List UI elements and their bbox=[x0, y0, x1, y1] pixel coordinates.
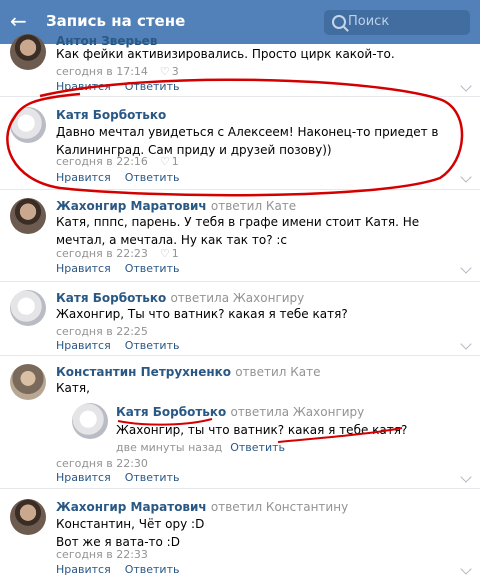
reply-button[interactable]: Ответить bbox=[125, 262, 180, 275]
comment-author[interactable]: Катя Борботько bbox=[56, 108, 166, 122]
comment-item: Катя Борботько Давно мечтал увидеться с … bbox=[0, 97, 480, 190]
comment-author[interactable]: Жахонгир Маратович ответил Константину bbox=[56, 500, 348, 514]
heart-icon[interactable]: ♡ bbox=[160, 65, 170, 78]
comment-meta: сегодня в 17:14 ♡ 3 bbox=[56, 65, 179, 78]
comment-author[interactable]: Жахонгир Маратович ответил Кате bbox=[56, 199, 296, 213]
chevron-down-icon[interactable] bbox=[460, 171, 472, 183]
comment-item: Жахонгир Маратович ответил Константину К… bbox=[0, 489, 480, 587]
like-button[interactable]: Нравится bbox=[56, 80, 111, 93]
comment-meta: две минуты назад Ответить bbox=[116, 441, 285, 454]
comment-time: сегодня в 22:33 bbox=[56, 548, 148, 561]
reply-button[interactable]: Ответить bbox=[125, 471, 180, 484]
comment-meta: сегодня в 22:23 ♡ 1 bbox=[56, 247, 179, 260]
like-button[interactable]: Нравится bbox=[56, 262, 111, 275]
like-button[interactable]: Нравится bbox=[56, 471, 111, 484]
avatar[interactable] bbox=[72, 403, 108, 439]
reply-button[interactable]: Ответить bbox=[125, 171, 180, 184]
comment-text: Катя, пппс, парень. У тебя в графе имени… bbox=[56, 215, 420, 247]
comment-time: две минуты назад bbox=[116, 441, 223, 454]
comment-item: Катя Борботько ответила Жахонгиру Жахонг… bbox=[0, 282, 480, 356]
comment-text: Катя, bbox=[56, 381, 90, 395]
like-count: 1 bbox=[171, 155, 179, 168]
search-placeholder: Поиск bbox=[348, 14, 390, 29]
comment-text: Константин, Чёт ору :D Вот же я вата-то … bbox=[56, 517, 205, 549]
chevron-down-icon[interactable] bbox=[460, 471, 472, 483]
chevron-down-icon[interactable] bbox=[460, 338, 472, 350]
comment-author[interactable]: Константин Петрухненко ответил Кате bbox=[56, 365, 321, 379]
comment-author[interactable]: Катя Борботько ответила Жахонгиру bbox=[56, 291, 304, 305]
comment-author[interactable]: Катя Борботько ответила Жахонгиру bbox=[116, 405, 364, 419]
avatar[interactable] bbox=[10, 34, 46, 70]
chevron-down-icon[interactable] bbox=[460, 563, 472, 575]
comment-actions: Нравится Ответить bbox=[56, 171, 179, 184]
reply-button[interactable]: Ответить bbox=[125, 339, 180, 352]
comment-text: Жахонгир, Ты что ватник? какая я тебе ка… bbox=[56, 307, 348, 321]
quoted-comment: Катя Борботько ответила Жахонгиру Жахонг… bbox=[72, 403, 452, 459]
comment-meta: сегодня в 22:33 bbox=[56, 548, 148, 561]
comment-text: Как фейки активизировались. Просто цирк … bbox=[56, 47, 395, 61]
search-icon bbox=[332, 15, 346, 29]
page-title: Запись на стене bbox=[46, 12, 186, 30]
comment-actions: Нравится Ответить bbox=[56, 471, 179, 484]
comment-text: Жахонгир, ты что ватник? какая я тебе ка… bbox=[116, 423, 408, 437]
avatar[interactable] bbox=[10, 198, 46, 234]
avatar[interactable] bbox=[10, 499, 46, 535]
comment-time: сегодня в 17:14 bbox=[56, 65, 148, 78]
comment-item: Антон Зверьев Как фейки активизировались… bbox=[0, 30, 480, 97]
chevron-down-icon[interactable] bbox=[460, 262, 472, 274]
like-button[interactable]: Нравится bbox=[56, 563, 111, 576]
like-button[interactable]: Нравится bbox=[56, 339, 111, 352]
avatar[interactable] bbox=[10, 364, 46, 400]
comment-item: Жахонгир Маратович ответил Кате Катя, пп… bbox=[0, 190, 480, 282]
reply-button[interactable]: Ответить bbox=[230, 441, 285, 454]
avatar[interactable] bbox=[10, 290, 46, 326]
comment-actions: Нравится Ответить bbox=[56, 563, 179, 576]
heart-icon[interactable]: ♡ bbox=[160, 247, 170, 260]
avatar[interactable] bbox=[10, 107, 46, 143]
like-count: 3 bbox=[171, 65, 179, 78]
reply-button[interactable]: Ответить bbox=[125, 80, 180, 93]
comment-time: сегодня в 22:25 bbox=[56, 325, 148, 338]
comment-time: сегодня в 22:23 bbox=[56, 247, 148, 260]
like-count: 1 bbox=[171, 247, 179, 260]
comment-actions: Нравится Ответить bbox=[56, 339, 179, 352]
like-button[interactable]: Нравится bbox=[56, 171, 111, 184]
comment-time: сегодня в 22:16 bbox=[56, 155, 148, 168]
comment-actions: Нравится Ответить bbox=[56, 80, 179, 93]
chevron-down-icon[interactable] bbox=[460, 80, 472, 92]
reply-button[interactable]: Ответить bbox=[125, 563, 180, 576]
comment-actions: Нравится Ответить bbox=[56, 262, 179, 275]
comment-meta: сегодня в 22:25 bbox=[56, 325, 148, 338]
heart-icon[interactable]: ♡ bbox=[160, 155, 170, 168]
comment-meta: сегодня в 22:16 ♡ 1 bbox=[56, 155, 179, 168]
comment-text: Давно мечтал увидеться с Алексеем! Након… bbox=[56, 125, 439, 157]
